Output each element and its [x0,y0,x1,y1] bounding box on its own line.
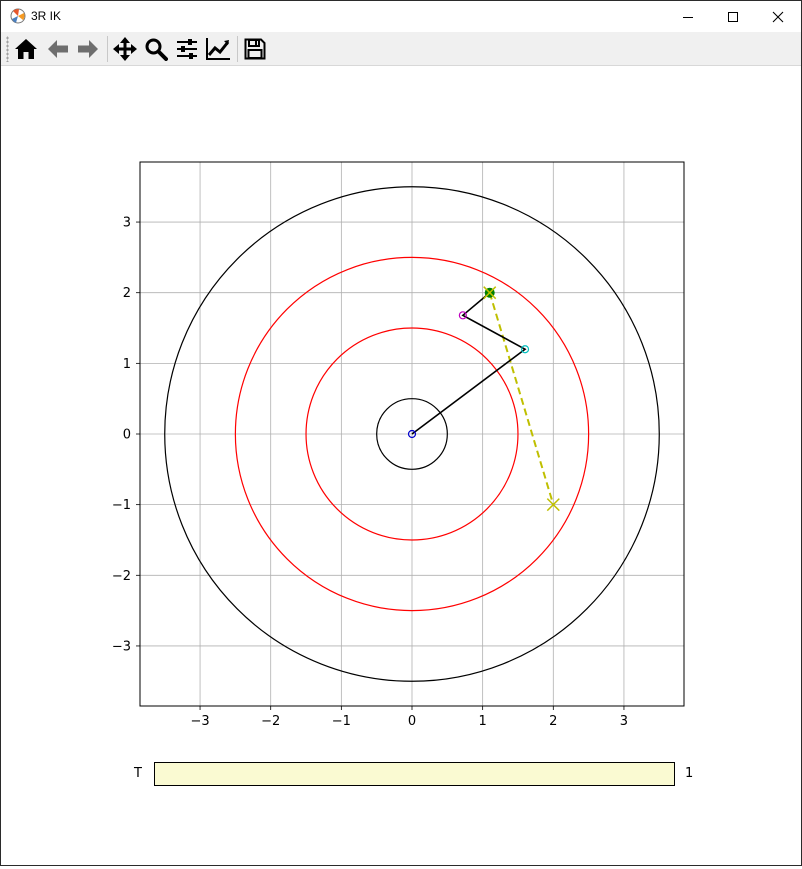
markers [407,286,560,512]
slider-value: 1 [685,766,694,781]
time-slider[interactable] [154,762,675,786]
arrow-left-icon [48,40,68,58]
configure-subplots-button[interactable] [173,35,201,63]
edit-axis-button[interactable] [204,35,232,63]
home-button[interactable] [12,35,40,63]
y-tick-label: −1 [112,498,131,513]
matplotlib-logo-icon [10,8,26,24]
minimize-button[interactable] [665,1,711,32]
time-slider-fill [155,763,674,785]
y-tick-label: −3 [112,639,131,654]
x-tick-label: 1 [479,714,487,729]
y-tick-label: 0 [123,428,131,443]
y-tick-label: 3 [123,216,131,231]
forward-button[interactable] [74,35,102,63]
x-tick-label: 2 [549,714,557,729]
back-button[interactable] [44,35,72,63]
save-button[interactable] [241,35,269,63]
x-tick-label: 3 [620,714,628,729]
toolbar-grip[interactable] [6,36,9,62]
arrow-right-icon [78,40,98,58]
app-window: 3R IK −3 −2 −1 0 1 2 3 −3 −2 −1 0 1 2 3 … [0,0,802,866]
ik-plot[interactable]: −3 −2 −1 0 1 2 3 −3 −2 −1 0 1 2 3 [2,67,802,865]
y-tick-label: −2 [112,569,131,584]
home-icon [15,39,37,59]
close-button[interactable] [755,1,801,32]
zoom-button[interactable] [142,35,170,63]
y-tick-label: 1 [123,357,131,372]
slider-label: T [134,766,142,781]
figure-canvas[interactable]: −3 −2 −1 0 1 2 3 −3 −2 −1 0 1 2 3 [2,67,802,865]
y-tick-label: 2 [123,286,131,301]
x-tick-label: −1 [332,714,351,729]
toolbar-separator [237,36,238,62]
x-tick-label: −2 [261,714,280,729]
x-tick-label: 0 [408,714,416,729]
sliders-icon [177,39,197,59]
line-chart-icon [206,38,230,60]
target-path [488,292,555,505]
floppy-disk-icon [244,38,266,60]
magnifier-icon [145,38,168,61]
minimize-icon [683,16,693,18]
move-icon [113,37,137,61]
title-bar[interactable]: 3R IK [1,1,801,32]
maximize-button[interactable] [710,1,756,32]
maximize-icon [728,11,738,22]
close-icon [772,11,784,22]
target-path-line [488,292,555,505]
toolbar-separator [107,36,108,62]
navigation-toolbar [1,32,801,66]
x-tick-label: −3 [190,714,209,729]
window-title: 3R IK [31,9,62,23]
pan-button[interactable] [111,35,139,63]
